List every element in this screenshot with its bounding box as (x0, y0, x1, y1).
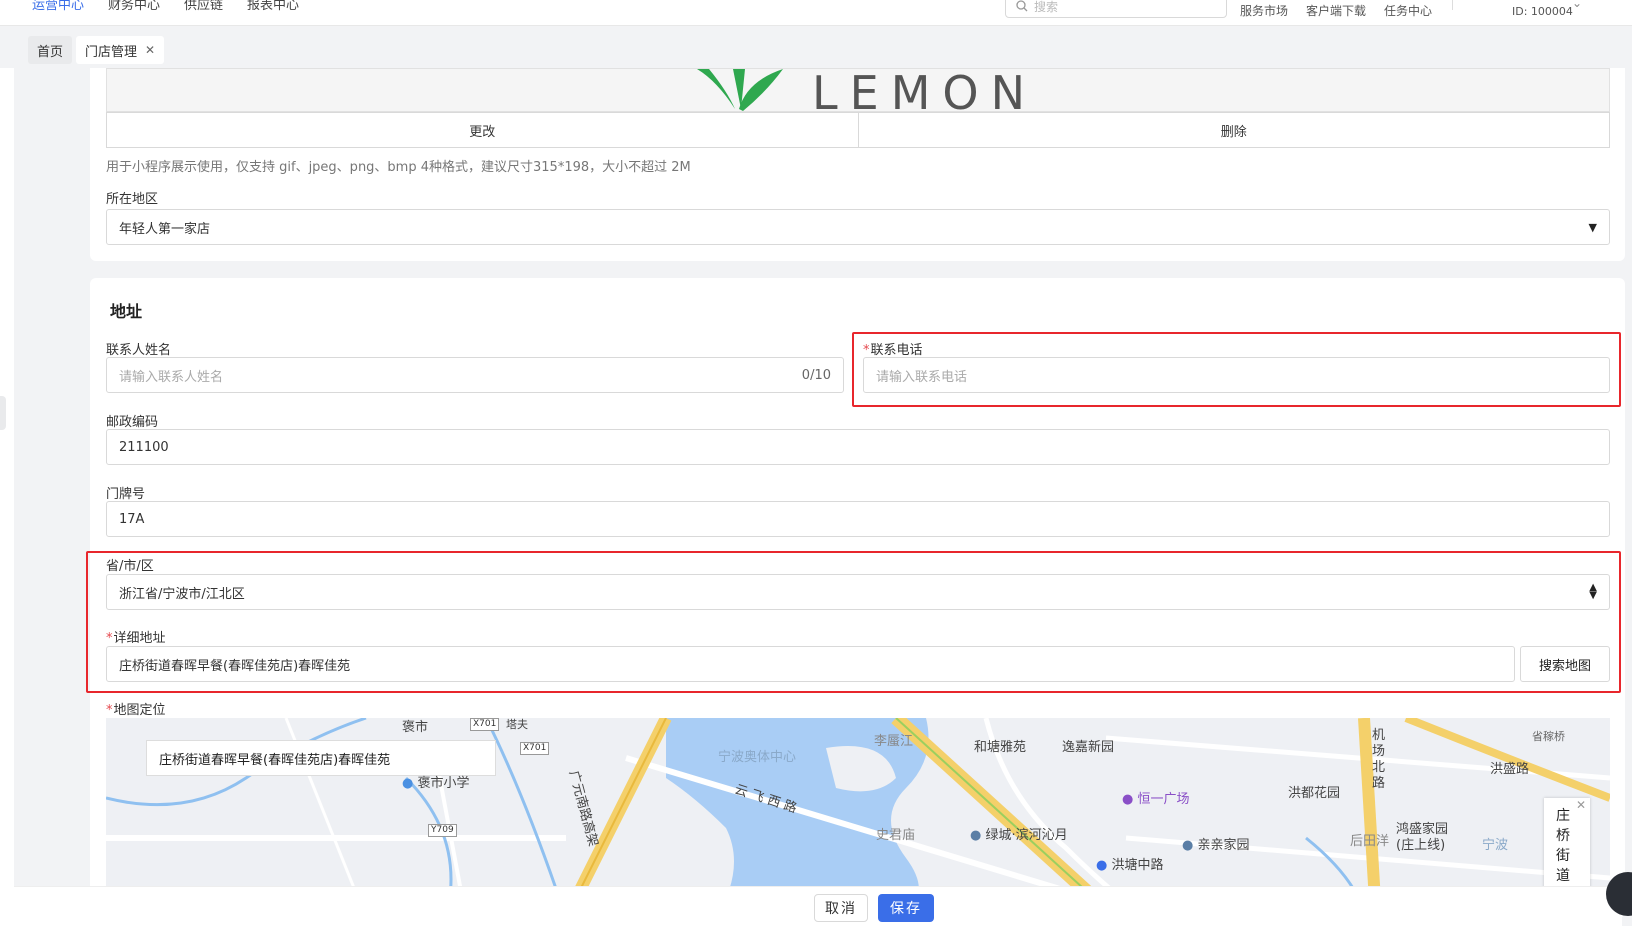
nav-reports[interactable]: 报表中心 (247, 0, 299, 13)
map-place-label: 逸嘉新园 (1062, 740, 1115, 755)
delete-logo-button[interactable]: 删除 (858, 112, 1610, 148)
contact-name-label: 联系人姓名 (106, 343, 172, 358)
cancel-button[interactable]: 取消 (814, 894, 868, 922)
map-poi: ● 洪塘中路 (1096, 854, 1164, 873)
map-poi-label: 褒市小学 (417, 776, 470, 791)
close-icon[interactable]: ✕ (1576, 798, 1586, 812)
map-place-label: 和塘雅苑 (974, 740, 1027, 755)
map-poi-label: 洪塘中路 (1111, 858, 1164, 873)
tab-home[interactable]: 首页 (28, 36, 73, 64)
contact-name-placeholder: 请输入联系人姓名 (119, 369, 224, 385)
address-section-title: 地址 (110, 302, 143, 321)
map-poi-label: 亲亲家园 (1197, 838, 1250, 853)
map-poi-label: 绿城·滨河沁月 (985, 828, 1068, 843)
close-icon[interactable]: ✕ (145, 43, 155, 57)
divider (1452, 0, 1453, 10)
leaf-logo-icon (697, 69, 783, 111)
top-bar: 运营中心 财务中心 供应链 报表中心 搜索 服务市场 客户端下载 任务中心 ID… (0, 0, 1632, 26)
map-place-label: 宁波 (1482, 838, 1509, 853)
nav-supply-chain[interactable]: 供应链 (184, 0, 223, 13)
map-poi: ● 绿城·滨河沁月 (970, 824, 1068, 843)
map-road-label: 机场北路 (1372, 728, 1386, 791)
contact-name-input[interactable]: 请输入联系人姓名 0/10 (106, 357, 844, 393)
door-number-label: 门牌号 (106, 487, 146, 502)
map-place-label: 李蜃江 (874, 734, 914, 749)
region-value: 年轻人第一家店 (119, 221, 211, 237)
logo-actions: 更改 删除 (106, 112, 1610, 148)
metro-pin-icon: ● (1096, 858, 1108, 873)
map-place-label: 史君庙 (876, 828, 916, 843)
map-popup-text: 庄桥街道 (1556, 808, 1570, 884)
change-logo-button[interactable]: 更改 (106, 112, 859, 148)
region-label: 所在地区 (106, 192, 159, 207)
caret-down-icon: ▼ (1588, 220, 1597, 234)
map-place-label: 洪都花园 (1288, 786, 1341, 801)
tab-store-management-label: 门店管理 (85, 44, 138, 60)
left-sidebar-strip (0, 68, 14, 926)
global-search-input[interactable]: 搜索 (1005, 0, 1227, 18)
residence-pin-icon: ● (970, 828, 982, 843)
logo-hint: 用于小程序展示使用，仅支持 gif、jpeg、png、bmp 4种格式，建议尺寸… (106, 160, 691, 175)
nav-finance[interactable]: 财务中心 (108, 0, 160, 13)
nav-operations[interactable]: 运营中心 (32, 0, 84, 13)
door-number-input[interactable]: 17A (106, 501, 1610, 537)
map-place-label: 褒市 (402, 720, 429, 735)
link-service-market[interactable]: 服务市场 (1240, 2, 1288, 19)
map-road-label: 洪盛路 (1490, 762, 1530, 777)
user-id: ID: 100004 (1512, 5, 1573, 18)
required-marker: * (106, 703, 113, 718)
search-icon (1016, 0, 1028, 12)
top-links: 服务市场 客户端下载 任务中心 (1240, 2, 1432, 19)
brand-logo-text: LEMON (812, 68, 1037, 112)
link-task-center[interactable]: 任务中心 (1384, 2, 1432, 19)
search-placeholder: 搜索 (1034, 0, 1059, 14)
door-number-value: 17A (119, 511, 145, 527)
map-location-label: *地图定位 (106, 699, 166, 718)
postal-code-input[interactable]: 211100 (106, 429, 1610, 465)
shop-pin-icon: ● (1122, 792, 1134, 807)
map-search-input[interactable]: 庄桥街道春晖早餐(春晖佳苑店)春晖佳苑 (146, 740, 496, 776)
link-client-download[interactable]: 客户端下载 (1306, 2, 1366, 19)
save-button[interactable]: 保存 (878, 894, 934, 922)
map-search-value: 庄桥街道春晖早餐(春晖佳苑店)春晖佳苑 (159, 752, 391, 768)
map-poi: ● 恒一广场 (1122, 788, 1190, 807)
residence-pin-icon: ● (1182, 838, 1194, 853)
map-place-label: 鸿盛家园 (庄上线) (1396, 822, 1449, 853)
region-select[interactable]: 年轻人第一家店 ▼ (106, 209, 1610, 245)
map-poi: ● 褒市小学 (402, 772, 470, 791)
map-place-label: 省稼桥 (1532, 730, 1565, 743)
road-badge: X701 (470, 718, 500, 731)
tab-home-label: 首页 (37, 44, 64, 60)
page-tabs: 首页 门店管理 ✕ (28, 36, 165, 64)
tab-store-management[interactable]: 门店管理 ✕ (76, 36, 165, 64)
postal-code-label: 邮政编码 (106, 415, 159, 430)
logo-preview: LEMON (106, 68, 1610, 112)
map-place-label: 宁波奥体中心 (718, 750, 797, 765)
highlight-box-address (86, 551, 1621, 693)
road-badge: Y709 (428, 824, 457, 837)
sidebar-toggle[interactable] (0, 396, 6, 430)
postal-code-value: 211100 (119, 439, 169, 455)
char-counter: 0/10 (801, 367, 831, 383)
map-poi-label: 恒一广场 (1137, 792, 1190, 807)
road-badge: X701 (520, 742, 550, 755)
map-place-label: 后田洋 (1350, 834, 1390, 849)
school-pin-icon: ● (402, 776, 414, 791)
map-place-label: 塔夫 (506, 718, 528, 731)
map-location-label-text: 地图定位 (113, 703, 166, 718)
chevron-down-icon[interactable]: ⌄ (1572, 0, 1582, 10)
highlight-box-phone (852, 332, 1621, 407)
map-poi: ● 亲亲家园 (1182, 834, 1250, 853)
top-nav: 运营中心 财务中心 供应链 报表中心 (32, 0, 299, 13)
